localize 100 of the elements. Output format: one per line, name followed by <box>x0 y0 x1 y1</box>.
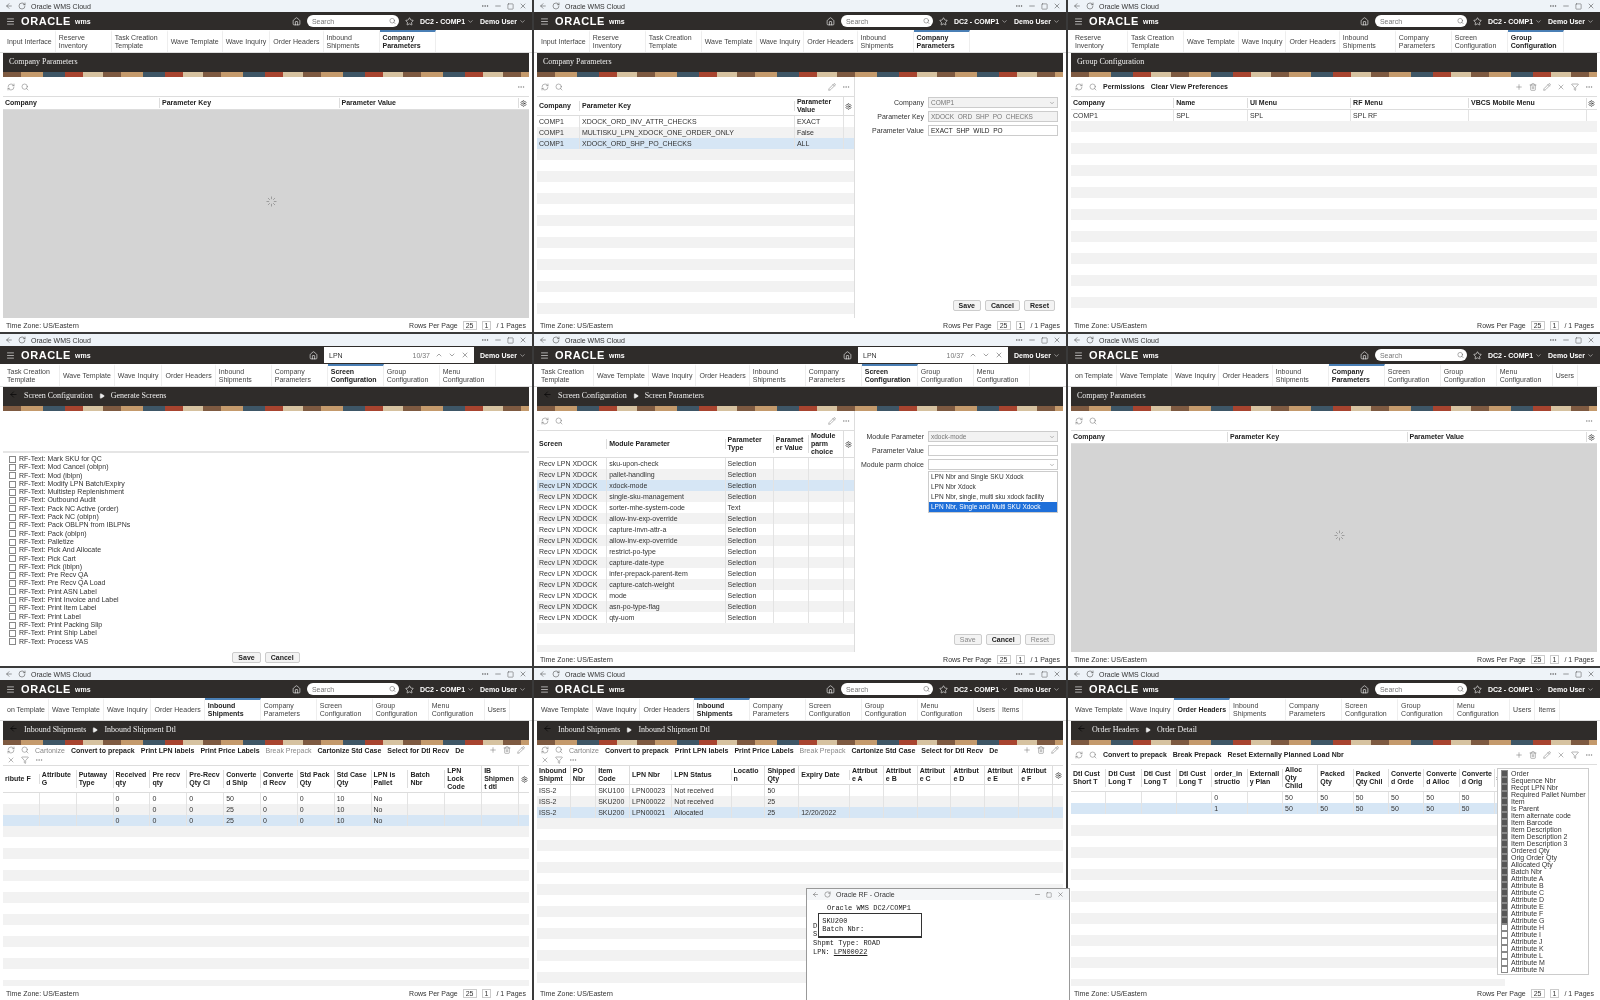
back-icon[interactable] <box>5 336 13 344</box>
back-icon[interactable] <box>539 336 547 344</box>
search-icon[interactable] <box>922 17 930 25</box>
more-icon[interactable] <box>1015 670 1023 678</box>
refresh-icon[interactable] <box>824 891 831 898</box>
search-icon[interactable] <box>1456 17 1464 25</box>
back-icon[interactable] <box>9 390 18 399</box>
refresh-icon[interactable] <box>18 2 26 10</box>
close-icon[interactable] <box>1053 336 1061 344</box>
search-icon[interactable] <box>1089 82 1097 91</box>
menu-icon[interactable] <box>540 350 549 360</box>
home-icon[interactable] <box>1359 684 1369 694</box>
maximize-icon[interactable] <box>1041 2 1048 10</box>
menu-icon[interactable] <box>1074 684 1083 694</box>
minimize-icon[interactable] <box>1028 336 1036 344</box>
edit-icon[interactable] <box>828 416 836 425</box>
minimize-icon[interactable] <box>1028 2 1036 10</box>
menu-icon[interactable] <box>540 16 549 26</box>
search-icon[interactable] <box>555 416 563 425</box>
close-icon[interactable] <box>519 336 527 344</box>
menu-icon[interactable] <box>540 684 549 694</box>
back-icon[interactable] <box>1073 336 1081 344</box>
edit-icon[interactable] <box>828 82 836 91</box>
close-icon[interactable] <box>995 351 1004 359</box>
search-icon[interactable] <box>922 685 930 693</box>
more-icon[interactable] <box>481 670 489 678</box>
home-icon[interactable] <box>309 350 319 360</box>
previous-icon[interactable] <box>435 351 444 359</box>
close-icon[interactable] <box>1557 750 1565 759</box>
filter-icon[interactable] <box>555 756 563 764</box>
close-icon[interactable] <box>1053 2 1061 10</box>
search-icon[interactable] <box>555 746 563 754</box>
star-icon[interactable] <box>938 16 948 26</box>
minimize-icon[interactable] <box>1562 2 1570 10</box>
refresh-icon[interactable] <box>552 2 560 10</box>
maximize-icon[interactable] <box>507 670 514 678</box>
back-icon[interactable] <box>1077 724 1086 733</box>
minimize-icon[interactable] <box>494 2 502 10</box>
minimize-icon[interactable] <box>494 336 502 344</box>
refresh-icon[interactable] <box>7 82 15 91</box>
more-icon[interactable] <box>1015 2 1023 10</box>
search-icon[interactable] <box>388 17 396 25</box>
star-icon[interactable] <box>1472 16 1482 26</box>
filter-icon[interactable] <box>21 756 29 764</box>
back-icon[interactable] <box>9 724 18 733</box>
add-icon[interactable] <box>1515 82 1523 91</box>
home-icon[interactable] <box>291 16 301 26</box>
maximize-icon[interactable] <box>1041 336 1048 344</box>
menu-icon[interactable] <box>1074 350 1083 360</box>
menu-icon[interactable] <box>1074 16 1083 26</box>
edit-icon[interactable] <box>517 746 525 754</box>
close-icon[interactable] <box>1587 2 1595 10</box>
edit-icon[interactable] <box>1543 82 1551 91</box>
maximize-icon[interactable] <box>507 336 514 344</box>
search-icon[interactable] <box>1456 685 1464 693</box>
home-icon[interactable] <box>291 684 301 694</box>
star-icon[interactable] <box>404 684 414 694</box>
close-icon[interactable] <box>461 351 470 359</box>
close-icon[interactable] <box>7 756 15 764</box>
minimize-icon[interactable] <box>494 670 502 678</box>
maximize-icon[interactable] <box>1575 336 1582 344</box>
previous-icon[interactable] <box>969 351 978 359</box>
more-icon[interactable] <box>481 2 489 10</box>
star-icon[interactable] <box>938 684 948 694</box>
breadcrumb-item[interactable]: Order Headers <box>1092 724 1139 736</box>
refresh-icon[interactable] <box>552 670 560 678</box>
home-icon[interactable] <box>1359 350 1369 360</box>
maximize-icon[interactable] <box>1575 670 1582 678</box>
close-icon[interactable] <box>1587 670 1595 678</box>
refresh-icon[interactable] <box>552 336 560 344</box>
back-icon[interactable] <box>543 724 552 733</box>
menu-icon[interactable] <box>6 684 15 694</box>
close-icon[interactable] <box>519 670 527 678</box>
home-icon[interactable] <box>1359 16 1369 26</box>
close-icon[interactable] <box>1053 670 1061 678</box>
maximize-icon[interactable] <box>1041 670 1048 678</box>
more-icon[interactable] <box>481 336 489 344</box>
more-icon[interactable] <box>569 756 577 764</box>
more-icon[interactable] <box>1549 670 1557 678</box>
breadcrumb-item[interactable]: Screen Configuration <box>558 390 627 402</box>
more-icon[interactable] <box>1549 336 1557 344</box>
back-icon[interactable] <box>812 891 819 898</box>
maximize-icon[interactable] <box>507 2 514 10</box>
close-icon[interactable] <box>1587 336 1595 344</box>
minimize-icon[interactable] <box>1562 670 1570 678</box>
input-field[interactable] <box>928 445 1058 456</box>
edit-icon[interactable] <box>1051 746 1059 754</box>
select-field[interactable] <box>928 459 1058 470</box>
back-icon[interactable] <box>5 2 13 10</box>
back-icon[interactable] <box>5 670 13 678</box>
home-icon[interactable] <box>843 350 853 360</box>
back-icon[interactable] <box>543 390 552 399</box>
refresh-icon[interactable] <box>1075 750 1083 759</box>
refresh-icon[interactable] <box>1086 670 1094 678</box>
refresh-icon[interactable] <box>541 746 549 754</box>
menu-icon[interactable] <box>6 350 15 360</box>
minimize-icon[interactable] <box>1028 670 1036 678</box>
back-icon[interactable] <box>1073 2 1081 10</box>
next-icon[interactable] <box>982 351 991 359</box>
star-icon[interactable] <box>404 16 414 26</box>
